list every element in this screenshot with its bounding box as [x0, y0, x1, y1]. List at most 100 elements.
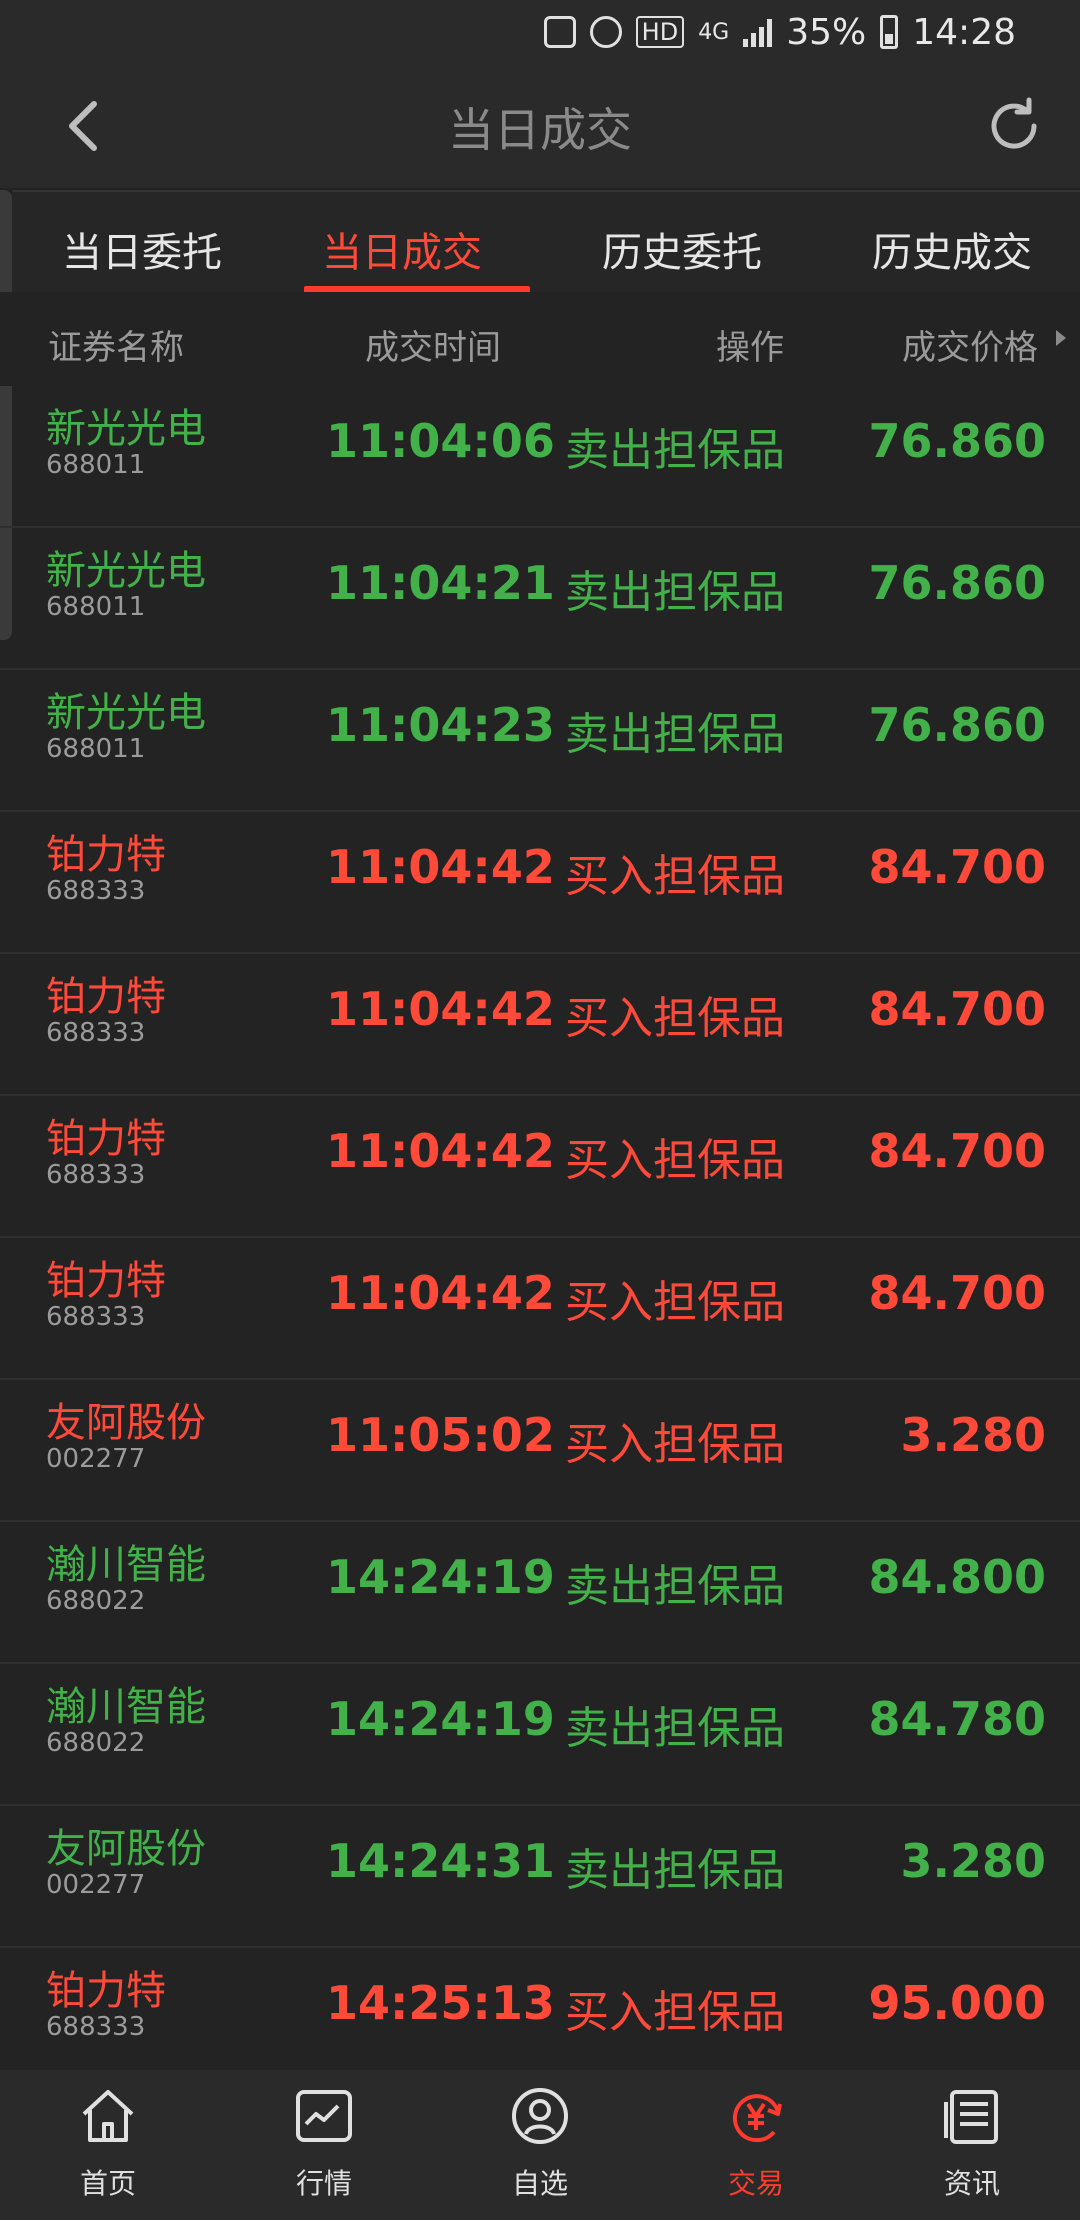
table-row[interactable]: 友阿股份 002277 11:05:02 买入担保品 3.280: [0, 1380, 1080, 1522]
security-code: 688011: [46, 450, 146, 480]
trade-time: 14:24:31: [326, 1834, 555, 1888]
security-code: 688333: [46, 1160, 146, 1190]
nav-home-label: 首页: [79, 2167, 136, 2200]
table-row[interactable]: 瀚川智能 688022 14:24:19 卖出担保品 84.780: [0, 1664, 1080, 1806]
security-code: 688022: [46, 1586, 146, 1616]
page-title: 当日成交: [448, 103, 632, 157]
trade-time: 14:25:13: [326, 1976, 555, 2030]
nfc-icon: [543, 16, 576, 48]
table-row[interactable]: 友阿股份 002277 14:24:31 卖出担保品 3.280: [0, 1806, 1080, 1948]
table-header: 证券名称 成交时间 操作 成交价格: [0, 292, 1080, 386]
trade-operation: 买入担保品: [565, 993, 785, 1044]
col-operation: 操作: [716, 328, 784, 368]
security-code: 688333: [46, 2012, 146, 2042]
alarm-icon: [589, 16, 622, 48]
trade-price: 76.860: [868, 556, 1046, 610]
clock: 14:28: [912, 11, 1016, 53]
trade-price: 3.280: [900, 1834, 1046, 1888]
trade-yen-icon: [732, 2094, 782, 2143]
refresh-icon[interactable]: [982, 94, 1046, 158]
trade-time: 11:04:42: [326, 982, 555, 1036]
trade-time: 14:24:19: [326, 1692, 555, 1746]
battery-icon: [880, 15, 899, 49]
trade-price: 76.860: [868, 698, 1046, 752]
battery-percent: 35%: [786, 11, 867, 53]
trade-operation: 卖出担保品: [565, 1561, 785, 1612]
nav-watchlist[interactable]: 自选: [470, 2084, 610, 2202]
trade-operation: 买入担保品: [565, 1135, 785, 1186]
security-code: 688011: [46, 592, 146, 622]
trade-time: 14:24:19: [326, 1550, 555, 1604]
table-row[interactable]: 瀚川智能 688022 14:24:19 卖出担保品 84.800: [0, 1522, 1080, 1664]
security-code: 688333: [46, 876, 146, 906]
scroll-right-icon[interactable]: [1056, 330, 1066, 346]
trade-operation: 卖出担保品: [565, 425, 785, 476]
trade-price: 95.000: [868, 1976, 1046, 2030]
table-row[interactable]: 铂力特 688333 11:04:42 买入担保品 84.700: [0, 1238, 1080, 1380]
trade-price: 84.700: [868, 982, 1046, 1036]
tab-history-trades[interactable]: 历史成交: [872, 220, 1032, 278]
col-trade-price: 成交价格: [902, 328, 1038, 368]
home-icon: [82, 2090, 134, 2142]
news-document-icon: [944, 2090, 998, 2144]
trade-operation: 买入担保品: [565, 851, 785, 902]
tab-bar: 当日委托 当日成交 历史委托 历史成交: [12, 190, 1080, 293]
trade-operation: 卖出担保品: [565, 1703, 785, 1754]
trade-time: 11:04:42: [326, 1124, 555, 1178]
trade-price: 84.700: [868, 1266, 1046, 1320]
security-code: 002277: [46, 1870, 146, 1900]
table-row[interactable]: 铂力特 688333 11:04:42 买入担保品 84.700: [0, 954, 1080, 1096]
watchlist-user-icon: [512, 2088, 568, 2144]
trade-time: 11:05:02: [326, 1408, 555, 1462]
hd-indicator: HD: [635, 16, 685, 48]
market-chart-icon: [296, 2090, 352, 2142]
nav-trade[interactable]: 交易: [686, 2084, 826, 2202]
trade-operation: 买入担保品: [565, 1419, 785, 1470]
trade-price: 84.700: [868, 840, 1046, 894]
col-security-name: 证券名称: [48, 328, 184, 368]
trade-price: 84.700: [868, 1124, 1046, 1178]
security-name: 铂力特: [46, 1968, 166, 2014]
trade-list: 新光光电 688011 11:04:06 卖出担保品 76.860 新光光电 688011 1…: [0, 386, 1080, 2090]
network-indicator: 4G: [698, 19, 730, 45]
nav-market[interactable]: 行情: [254, 2084, 394, 2202]
col-trade-time: 成交时间: [365, 328, 501, 368]
trade-price: 3.280: [900, 1408, 1046, 1462]
security-name: 新光光电: [46, 548, 206, 594]
trade-price: 76.860: [868, 414, 1046, 468]
trade-operation: 卖出担保品: [565, 709, 785, 760]
table-row[interactable]: 铂力特 688333 14:25:13 买入担保品 95.000: [0, 1948, 1080, 2090]
table-row[interactable]: 新光光电 688011 11:04:23 卖出担保品 76.860: [0, 670, 1080, 812]
trade-price: 84.800: [868, 1550, 1046, 1604]
security-code: 688011: [46, 734, 146, 764]
nav-news-label: 资讯: [943, 2167, 1000, 2200]
bottom-navigation: 首页 行情 自选 交易 资讯: [0, 2070, 1080, 2220]
security-name: 铂力特: [46, 1258, 166, 1304]
top-navbar: 当日成交: [0, 64, 1080, 188]
table-row[interactable]: 铂力特 688333 11:04:42 买入担保品 84.700: [0, 812, 1080, 954]
table-row[interactable]: 新光光电 688011 11:04:21 卖出担保品 76.860: [0, 528, 1080, 670]
trade-operation: 买入担保品: [565, 1277, 785, 1328]
nav-market-label: 行情: [295, 2167, 352, 2200]
security-name: 新光光电: [46, 690, 206, 736]
tab-history-orders[interactable]: 历史委托: [602, 220, 762, 278]
trade-time: 11:04:21: [326, 556, 555, 610]
tab-today-trades[interactable]: 当日成交: [322, 220, 482, 278]
trade-operation: 卖出担保品: [565, 1845, 785, 1896]
status-icons: HD 4G 35% 14:28: [543, 8, 1016, 56]
table-row[interactable]: 铂力特 688333 11:04:42 买入担保品 84.700: [0, 1096, 1080, 1238]
security-name: 瀚川智能: [46, 1542, 206, 1588]
nav-news[interactable]: 资讯: [902, 2084, 1042, 2202]
security-name: 友阿股份: [46, 1826, 206, 1872]
nav-home[interactable]: 首页: [38, 2084, 178, 2202]
trade-operation: 卖出担保品: [565, 567, 785, 618]
security-code: 688022: [46, 1728, 146, 1758]
nav-watchlist-label: 自选: [511, 2167, 568, 2200]
status-bar: HD 4G 35% 14:28: [0, 0, 1080, 64]
trade-time: 11:04:23: [326, 698, 555, 752]
security-code: 688333: [46, 1018, 146, 1048]
tab-today-orders[interactable]: 当日委托: [62, 220, 222, 278]
security-name: 铂力特: [46, 1116, 166, 1162]
table-row[interactable]: 新光光电 688011 11:04:06 卖出担保品 76.860: [0, 386, 1080, 528]
trade-price: 84.780: [868, 1692, 1046, 1746]
